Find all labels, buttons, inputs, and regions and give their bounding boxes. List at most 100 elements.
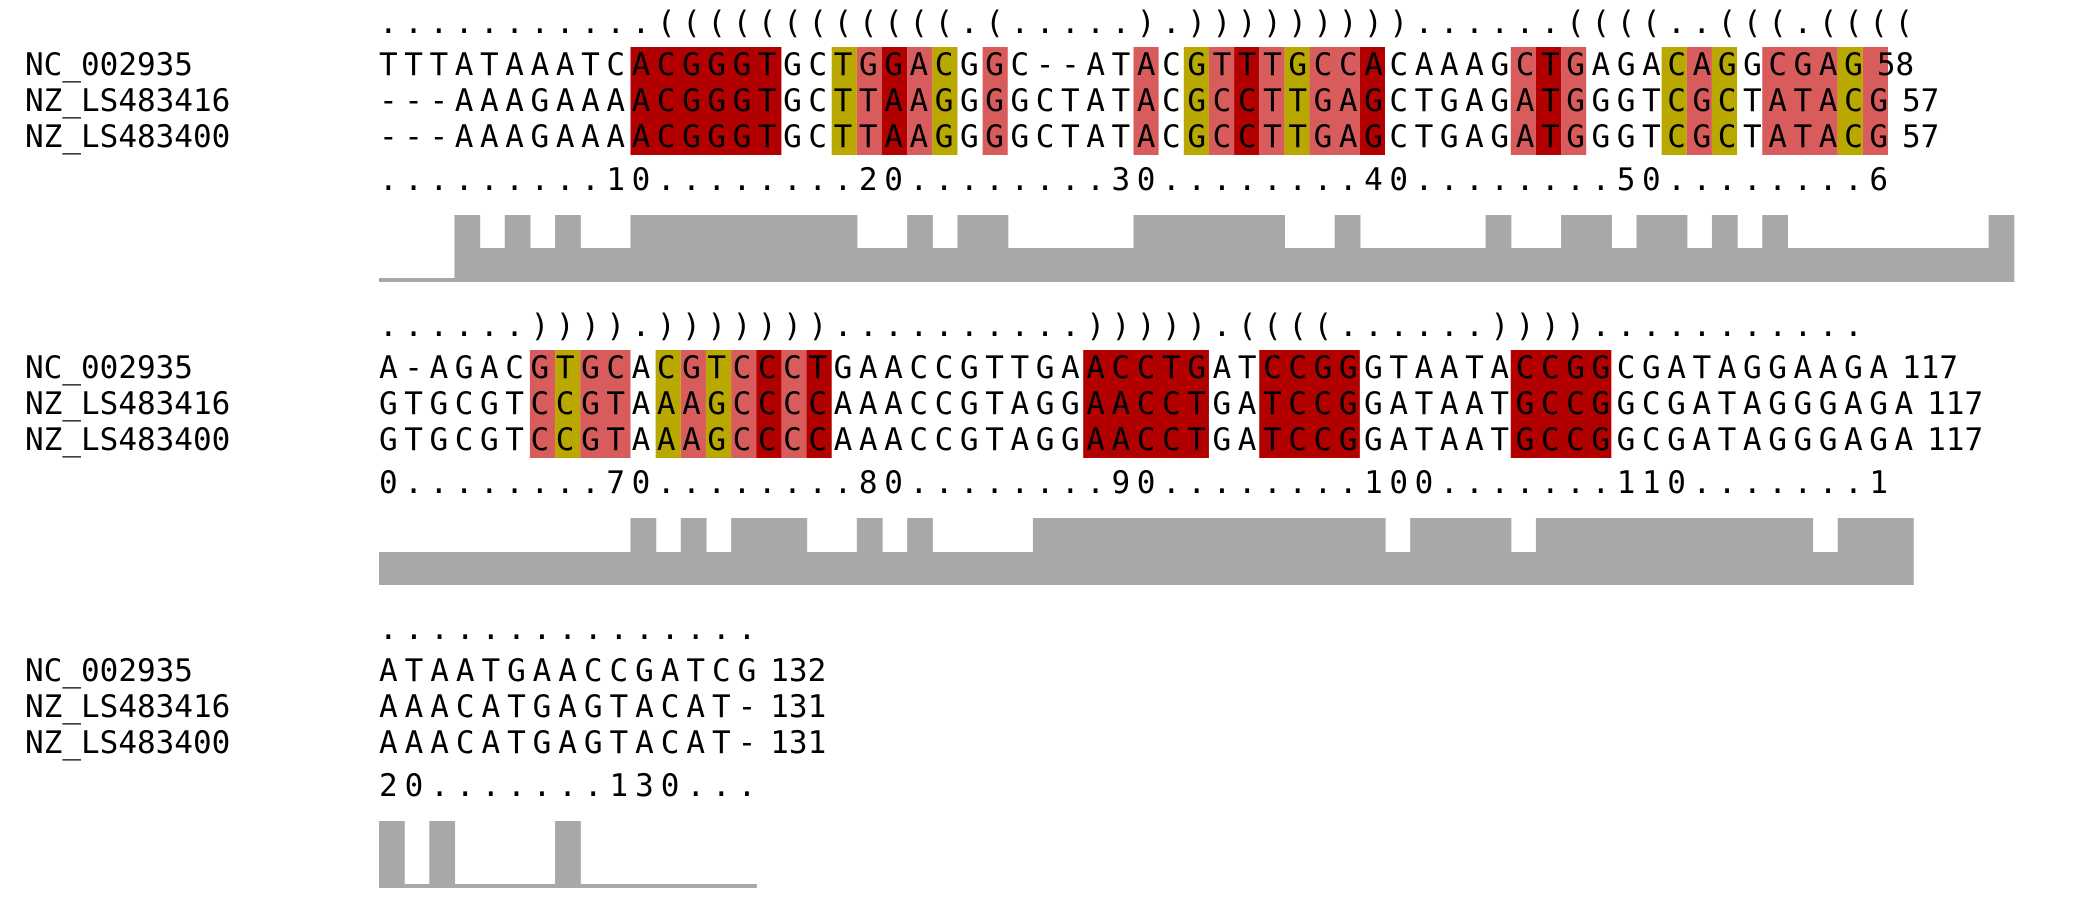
conservation-bar [1561,215,1587,282]
conservation-bar [705,884,732,888]
sequence-name: NZ_LS483400 [25,725,230,761]
sequence-name: NZ_LS483416 [25,386,230,422]
conservation-bar [555,552,581,585]
secondary-structure: ......)))).)))))))..........))))).((((..… [379,308,1863,344]
conservation-bar [1460,518,1487,585]
conservation-bar [1711,518,1738,585]
conservation-bar [806,552,833,585]
conservation-bar [555,215,581,282]
conservation-bar [1737,248,1763,282]
sequence-name: NZ_LS483416 [25,689,230,725]
conservation-bar [379,821,405,888]
conservation-bar [1007,248,1034,282]
conservation-bar [1385,552,1411,585]
conservation-bar [1259,518,1285,585]
sequence-end-position: 117 [1927,386,1983,422]
conservation-bar [1460,248,1487,282]
conservation-bar [404,552,430,585]
conservation-bar [1234,518,1260,585]
conservation-bar [429,278,456,282]
conservation-bar [1208,215,1235,282]
conservation-bar [1837,248,1864,282]
conservation-bar [1032,518,1059,585]
conservation-bar [655,215,682,282]
conservation-bar [655,552,682,585]
conservation-bar [479,248,506,282]
sequence-end-position: 117 [1902,350,1958,386]
conservation-bar [1032,248,1059,282]
conservation-bar [1963,248,1990,282]
sequence-row: TTTATAAATCACGGGTGCTGGACGGC--ATACGTTTGCCA… [379,47,1863,83]
conservation-bar [1636,215,1663,282]
conservation-bar [680,518,707,585]
conservation-bar [831,552,858,585]
position-ruler: 20.......130... [379,768,756,804]
conservation-bar [882,552,908,585]
conservation-bar [630,215,657,282]
conservation-bar [1611,518,1638,585]
conservation-bar [454,552,481,585]
sequence-end-position: 57 [1902,119,1939,155]
alignment-diagram: ...........((((((((((((.(.....).))))))))… [25,5,2015,888]
conservation-bar [882,248,908,282]
sequence-end-position: 58 [1877,47,1914,83]
sequence-end-position: 57 [1902,83,1939,119]
conservation-bar [1535,518,1562,585]
sequence-row: AAACATGAGTACAT- [379,689,756,725]
conservation-bar [1586,518,1612,585]
conservation-bar [529,552,556,585]
conservation-bar [1988,215,2015,282]
conservation-bar [529,248,556,282]
conservation-bar [1787,518,1814,585]
conservation-bar [404,884,430,888]
conservation-bar [1561,518,1587,585]
conservation-bar [1737,518,1763,585]
conservation-bar [1812,552,1839,585]
conservation-bar [655,884,682,888]
conservation-bar [1787,248,1814,282]
conservation-bar [1762,215,1788,282]
sequence-row: GTGCGTCCGTAAAGCCCCAAACCGTAGGAACCTGATCCGG… [379,422,1913,458]
conservation-bar [1234,215,1260,282]
conservation-bar [1812,248,1839,282]
conservation-bar [429,552,456,585]
conservation-bar [856,518,883,585]
conservation-bar [680,215,707,282]
secondary-structure: ............... [379,611,756,647]
conservation-bar [1485,215,1512,282]
sequence-name: NC_002935 [25,653,193,689]
conservation-bar [932,248,959,282]
conservation-bar [1058,518,1084,585]
conservation-bar [379,552,405,585]
conservation-bar [1158,215,1185,282]
conservation-bar [705,552,732,585]
conservation-bar [1485,518,1512,585]
conservation-bar [580,884,606,888]
conservation-bar [1133,518,1160,585]
conservation-bar [907,215,933,282]
conservation-bar [731,884,757,888]
conservation-bar [680,884,707,888]
conservation-bar [1837,518,1864,585]
conservation-bar [1913,248,1939,282]
sequence-row: AAACATGAGTACAT- [379,725,756,761]
conservation-bar [1334,215,1361,282]
conservation-bar [1083,248,1109,282]
conservation-bar [1108,248,1135,282]
sequence-name: NZ_LS483416 [25,83,230,119]
conservation-bar [1183,518,1210,585]
conservation-bar [1611,248,1638,282]
conservation-bar [1862,248,1889,282]
conservation-bar [1686,518,1713,585]
conservation-bar [1108,518,1135,585]
conservation-bar [580,248,606,282]
conservation-bar [479,552,506,585]
conservation-bar [580,552,606,585]
conservation-bar [555,821,581,888]
conservation-bar [731,518,757,585]
conservation-bar [379,278,405,282]
conservation-bar [907,518,933,585]
conservation-bar [1385,248,1411,282]
sequence-name: NC_002935 [25,350,193,386]
conservation-bar [630,518,657,585]
